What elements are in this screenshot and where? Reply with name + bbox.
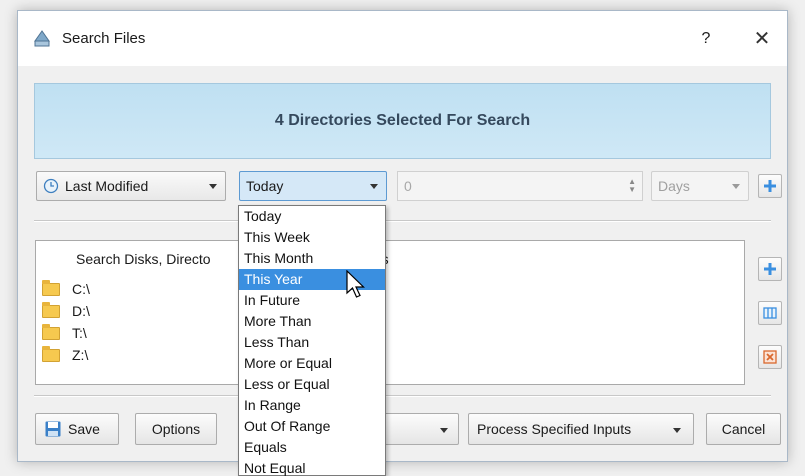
process-mode-select[interactable]: Process Specified Inputs (468, 413, 694, 445)
dropdown-item-today[interactable]: Today (239, 206, 385, 227)
search-locations-list[interactable]: Search Disks, Directohares C:\ D:\ T:\ Z… (35, 240, 745, 385)
dropdown-item-out-of-range[interactable]: Out Of Range (239, 416, 385, 437)
selection-banner: 4 Directories Selected For Search (34, 83, 771, 159)
add-icon (764, 180, 776, 192)
filter-condition-label: Today (246, 178, 284, 194)
add-location-button[interactable] (758, 257, 782, 281)
chevron-down-icon (673, 428, 681, 433)
dropdown-item-equals[interactable]: Equals (239, 437, 385, 458)
dropdown-item-more-than[interactable]: More Than (239, 311, 385, 332)
remove-location-button[interactable] (758, 345, 782, 369)
search-files-app-icon (34, 30, 50, 47)
select-all-icon (763, 307, 777, 319)
filter-value: 0 (404, 178, 412, 194)
dropdown-item-less-than[interactable]: Less Than (239, 332, 385, 353)
dropdown-item-this-month[interactable]: This Month (239, 248, 385, 269)
add-icon (764, 263, 776, 275)
divider (34, 220, 771, 222)
list-item[interactable]: Z:\ (42, 345, 88, 365)
clock-icon (43, 178, 59, 194)
dropdown-item-more-or-equal[interactable]: More or Equal (239, 353, 385, 374)
folder-icon (42, 323, 60, 340)
select-all-button[interactable] (758, 301, 782, 325)
list-item[interactable]: D:\ (42, 301, 90, 321)
spin-arrows-icon: ▲ ▼ (628, 177, 636, 194)
filter-unit-select[interactable]: Days (651, 171, 749, 201)
filter-field-select[interactable]: Last Modified (36, 171, 226, 201)
condition-dropdown-list: Today This Week This Month This Year In … (238, 205, 386, 476)
chevron-down-icon (370, 184, 378, 189)
list-item[interactable]: C:\ (42, 279, 90, 299)
cancel-button[interactable]: Cancel (706, 413, 781, 445)
filter-condition-select[interactable]: Today (239, 171, 387, 201)
search-files-dialog: Search Files ? ✕ 4 Directories Selected … (17, 10, 788, 462)
divider (34, 395, 771, 397)
chevron-down-icon (440, 428, 448, 433)
mouse-pointer-icon (346, 270, 365, 298)
add-filter-button[interactable] (758, 174, 782, 198)
help-button[interactable]: ? (694, 27, 718, 51)
dropdown-item-less-or-equal[interactable]: Less or Equal (239, 374, 385, 395)
window-title: Search Files (62, 30, 146, 47)
dropdown-item-not-equal[interactable]: Not Equal (239, 458, 385, 476)
close-button[interactable]: ✕ (748, 25, 776, 53)
folder-icon (42, 279, 60, 296)
chevron-down-icon (209, 184, 217, 189)
title-bar: Search Files ? ✕ (18, 11, 787, 66)
folder-icon (42, 345, 60, 362)
remove-icon (763, 350, 777, 364)
save-button[interactable]: Save (35, 413, 119, 445)
list-item[interactable]: T:\ (42, 323, 87, 343)
save-icon (45, 421, 61, 437)
chevron-down-icon (732, 184, 740, 189)
filter-unit-label: Days (658, 178, 690, 194)
folder-icon (42, 301, 60, 318)
dropdown-item-this-week[interactable]: This Week (239, 227, 385, 248)
banner-text: 4 Directories Selected For Search (274, 112, 531, 129)
options-button[interactable]: Options (135, 413, 217, 445)
filter-field-label: Last Modified (65, 178, 149, 194)
dropdown-item-in-range[interactable]: In Range (239, 395, 385, 416)
filter-value-spinbox[interactable]: 0 ▲ ▼ (397, 171, 643, 201)
